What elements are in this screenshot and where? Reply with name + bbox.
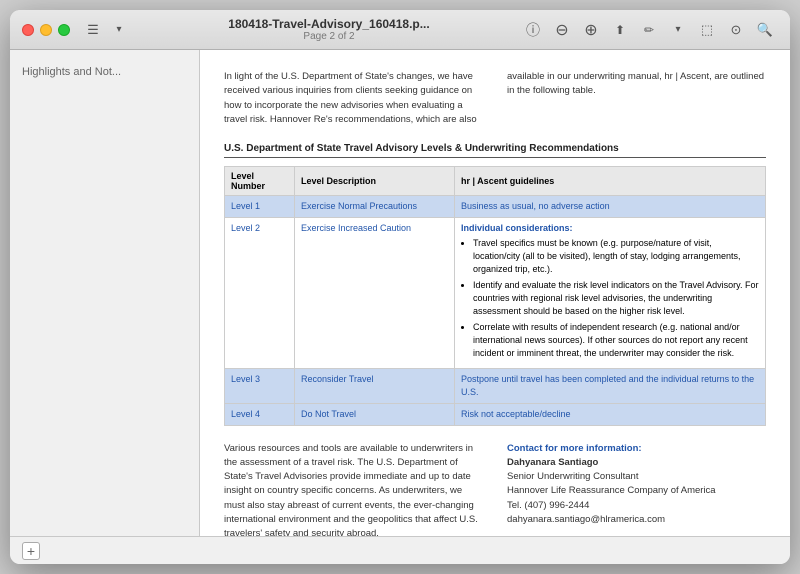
- level-2-desc: Exercise Increased Caution: [295, 218, 455, 368]
- add-button[interactable]: +: [22, 542, 40, 560]
- contact-email: dahyanara.santiago@hlramerica.com: [507, 513, 766, 527]
- fullscreen-button[interactable]: [58, 24, 70, 36]
- intro-left: In light of the U.S. Department of State…: [224, 70, 483, 127]
- circle-nav-icon[interactable]: ⊙: [723, 17, 749, 43]
- individual-considerations-label: Individual considerations:: [461, 222, 759, 235]
- col-header-level: Level Number: [225, 167, 295, 196]
- traffic-lights: [22, 24, 70, 36]
- table-header-row: Level Number Level Description hr | Asce…: [225, 167, 766, 196]
- share-icon[interactable]: ⬆: [607, 17, 633, 43]
- search-icon[interactable]: 🔍: [752, 17, 778, 43]
- minimize-button[interactable]: [40, 24, 52, 36]
- col-header-guidelines: hr | Ascent guidelines: [455, 167, 766, 196]
- table-row: Level 1 Exercise Normal Precautions Busi…: [225, 196, 766, 218]
- bullet-2: Identify and evaluate the risk level ind…: [473, 279, 759, 318]
- level-4-guideline: Risk not acceptable/decline: [455, 403, 766, 425]
- zoom-out-icon[interactable]: ⊖: [549, 17, 575, 43]
- table-title: U.S. Department of State Travel Advisory…: [224, 143, 766, 158]
- col-header-desc: Level Description: [295, 167, 455, 196]
- info-icon[interactable]: ⓘ: [520, 17, 546, 43]
- level-1-guideline: Business as usual, no adverse action: [455, 196, 766, 218]
- bottom-bar: +: [10, 536, 790, 564]
- document-page: Page 2 of 2: [303, 31, 354, 42]
- footer-right: Contact for more information: Dahyanara …: [507, 442, 766, 536]
- document-title: 180418-Travel-Advisory_160418.p...: [228, 17, 429, 31]
- level-1-number: Level 1: [225, 196, 295, 218]
- close-button[interactable]: [22, 24, 34, 36]
- toolbar-right: ⓘ ⊖ ⊕ ⬆ ✏ ▾ ⬚ ⊙ 🔍: [520, 17, 778, 43]
- advisory-table: Level Number Level Description hr | Asce…: [224, 166, 766, 426]
- contact-company: Hannover Life Reassurance Company of Ame…: [507, 484, 766, 498]
- pen-chevron-icon[interactable]: ▾: [665, 17, 691, 43]
- footer-section: Various resources and tools are availabl…: [224, 442, 766, 536]
- chevron-down-icon[interactable]: ▾: [108, 19, 130, 41]
- content-area: Highlights and Not... In light of the U.…: [10, 50, 790, 536]
- bullet-3: Correlate with results of independent re…: [473, 321, 759, 360]
- title-bar: ☰ ▾ 180418-Travel-Advisory_160418.p... P…: [10, 10, 790, 50]
- level-2-number: Level 2: [225, 218, 295, 368]
- contact-tel: Tel. (407) 996-2444: [507, 499, 766, 513]
- document-content: In light of the U.S. Department of State…: [200, 50, 790, 536]
- zoom-in-icon[interactable]: ⊕: [578, 17, 604, 43]
- intro-section: In light of the U.S. Department of State…: [224, 70, 766, 127]
- sidebar: Highlights and Not...: [10, 50, 200, 536]
- level-3-number: Level 3: [225, 368, 295, 403]
- level-4-desc: Do Not Travel: [295, 403, 455, 425]
- app-window: ☰ ▾ 180418-Travel-Advisory_160418.p... P…: [10, 10, 790, 564]
- bullet-1: Travel specifics must be known (e.g. pur…: [473, 237, 759, 276]
- table-row: Level 3 Reconsider Travel Postpone until…: [225, 368, 766, 403]
- table-row: Level 4 Do Not Travel Risk not acceptabl…: [225, 403, 766, 425]
- level-2-guideline: Individual considerations: Travel specif…: [455, 218, 766, 368]
- sidebar-title: Highlights and Not...: [18, 62, 191, 82]
- contact-role: Senior Underwriting Consultant: [507, 470, 766, 484]
- contact-title: Contact for more information:: [507, 442, 766, 456]
- expand-icon[interactable]: ⬚: [694, 17, 720, 43]
- title-center: 180418-Travel-Advisory_160418.p... Page …: [138, 17, 520, 42]
- table-row: Level 2 Exercise Increased Caution Indiv…: [225, 218, 766, 368]
- level-4-number: Level 4: [225, 403, 295, 425]
- level-1-desc: Exercise Normal Precautions: [295, 196, 455, 218]
- level-3-guideline: Postpone until travel has been completed…: [455, 368, 766, 403]
- contact-name: Dahyanara Santiago: [507, 456, 766, 470]
- level-2-bullets: Travel specifics must be known (e.g. pur…: [473, 237, 759, 360]
- intro-right: available in our underwriting manual, hr…: [507, 70, 766, 127]
- level-3-desc: Reconsider Travel: [295, 368, 455, 403]
- pen-icon[interactable]: ✏: [636, 17, 662, 43]
- sidebar-toggle-icon[interactable]: ☰: [82, 19, 104, 41]
- sidebar-toggle-group: ☰ ▾: [82, 19, 130, 41]
- footer-left: Various resources and tools are availabl…: [224, 442, 483, 536]
